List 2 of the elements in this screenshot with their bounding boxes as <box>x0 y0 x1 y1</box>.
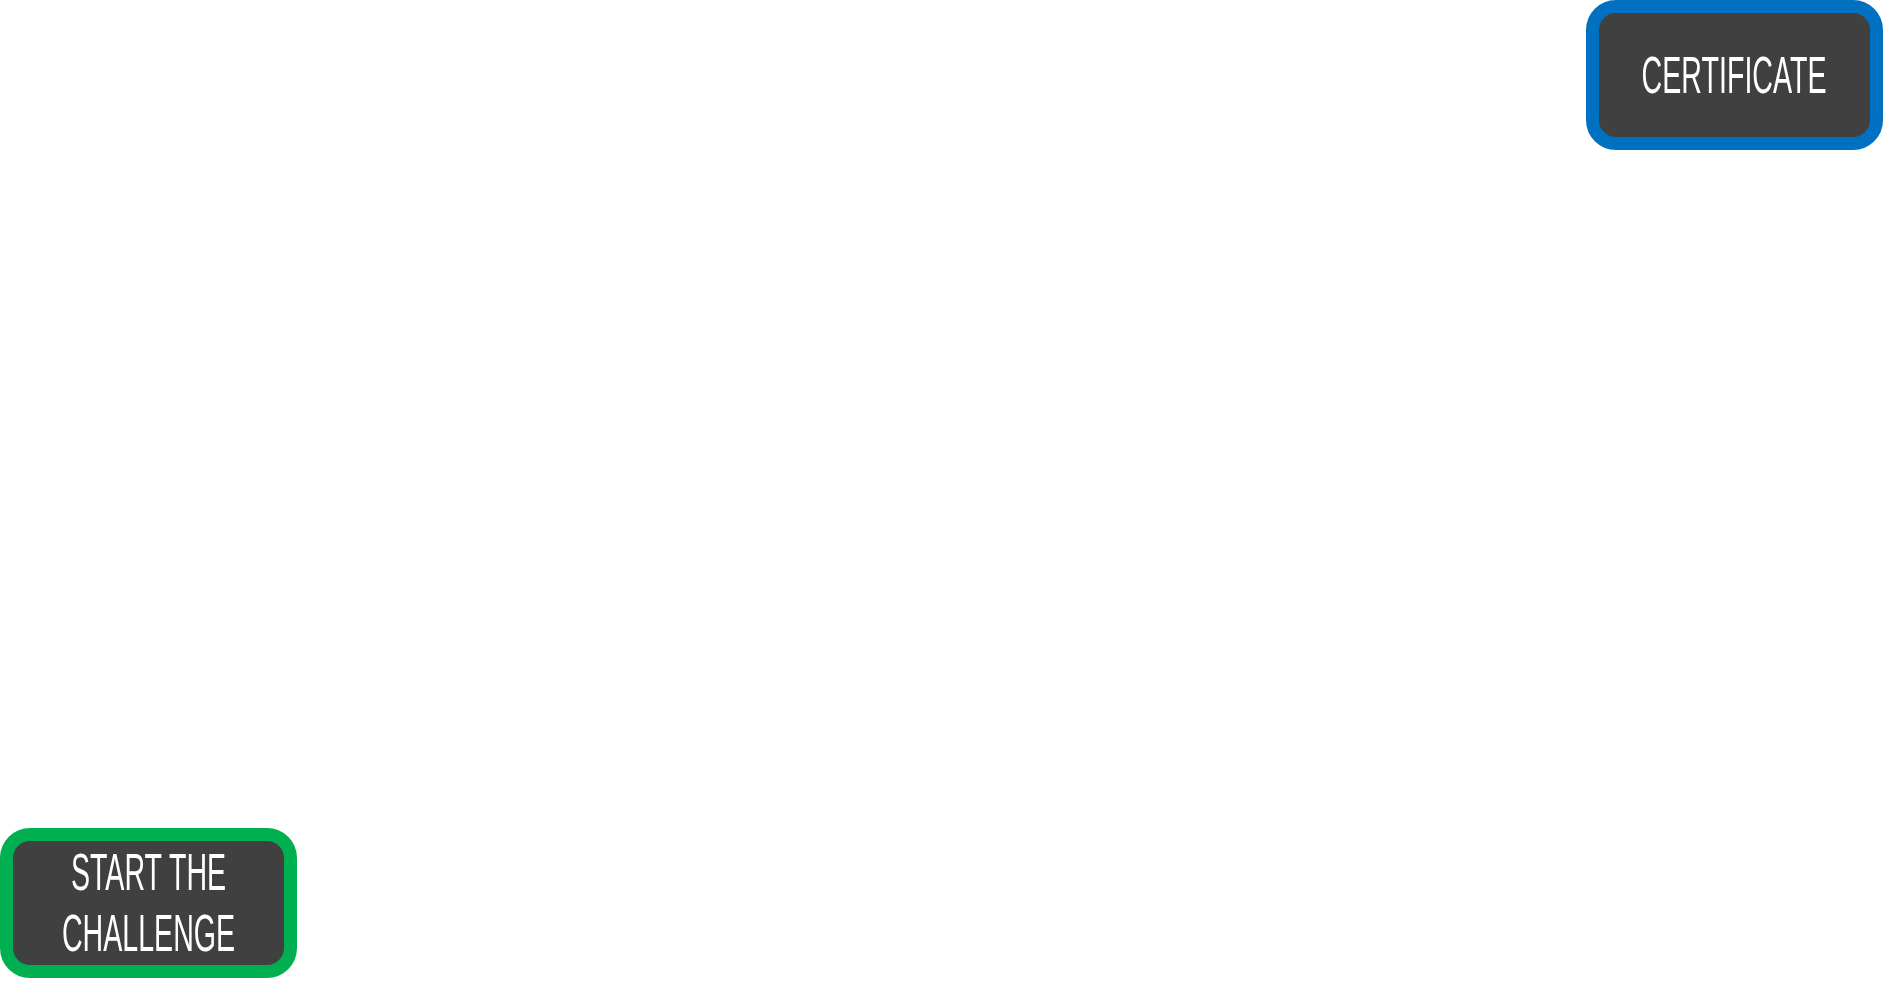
start-challenge-button[interactable]: START THE CHALLENGE <box>0 828 297 978</box>
certificate-button[interactable]: CERTIFICATE <box>1586 0 1883 150</box>
